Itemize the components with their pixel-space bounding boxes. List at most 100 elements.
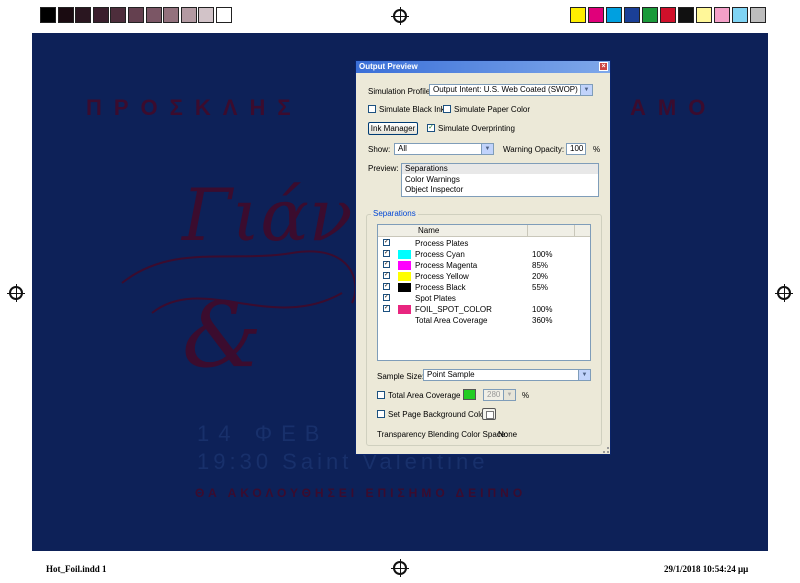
close-icon[interactable]: × [599,62,608,71]
color-swatch [714,7,730,23]
sample-size-select[interactable]: Point Sample ▼ [423,369,591,381]
separation-checkbox[interactable]: ✓ [383,239,390,246]
preview-item-color-warnings[interactable]: Color Warnings [405,175,460,185]
simulate-overprinting-label[interactable]: Simulate Overprinting [438,124,515,133]
gray-swatch [163,7,180,23]
footer-timestamp: 29/1/2018 10:54:24 μμ [664,564,749,574]
separation-name: Process Magenta [415,261,478,270]
gray-swatch [57,7,74,23]
separation-color-swatch [398,305,411,314]
separation-row[interactable]: ✓ Process Cyan 100% [378,249,590,260]
simulate-paper-color-checkbox[interactable] [443,105,451,113]
preview-label: Preview: [368,164,399,173]
separation-checkbox[interactable]: ✓ [383,294,390,301]
preview-item-object-inspector[interactable]: Object Inspector [405,185,463,195]
sample-size-value: Point Sample [427,370,475,379]
total-area-percent: % [522,391,530,400]
total-area-coverage-checkbox[interactable] [377,391,385,399]
separation-checkbox[interactable]: ✓ [383,283,390,290]
show-value: All [398,144,407,153]
column-divider [574,225,575,236]
gray-swatch [216,7,232,23]
simulation-profile-label: Simulation Profile: [368,87,433,96]
separation-color-swatch [398,283,411,292]
separation-color-swatch [398,272,411,281]
color-swatch [570,7,586,23]
total-area-coverage-label[interactable]: Total Area Coverage [388,391,461,400]
resize-grip-icon[interactable] [603,447,609,453]
gray-swatch [75,7,92,23]
color-swatch [660,7,676,23]
set-page-background-checkbox[interactable] [377,410,385,418]
color-swatch [624,7,640,23]
dialog-title-bar[interactable]: Output Preview × [356,61,610,73]
separation-row[interactable]: ✓ Process Magenta 85% [378,260,590,271]
separations-header: Name [378,225,590,237]
separation-checkbox[interactable]: ✓ [383,261,390,268]
sample-size-label: Sample Size: [377,372,425,381]
date-line: 14 ΦΕΒ [197,421,329,446]
invitation-heading-left: ΠΡΟΣΚΛΗΣ [86,95,303,120]
color-swatch [732,7,748,23]
separation-checkbox[interactable]: ✓ [383,250,390,257]
chevron-down-icon: ▼ [503,390,515,400]
separation-percent: 85% [532,261,549,270]
warning-opacity-value: 100 [570,144,584,153]
gray-swatch [145,7,162,23]
gray-swatch [92,7,109,23]
set-page-background-label[interactable]: Set Page Background Color [388,410,487,419]
separation-name: Process Black [415,283,466,292]
total-area-value-select: 280 ▼ [483,389,516,401]
color-swatch [642,7,658,23]
simulate-black-ink-checkbox[interactable] [368,105,376,113]
page-background-color-button[interactable] [482,408,496,420]
name-column-header: Name [418,226,440,235]
preview-item-separations[interactable]: Separations [402,164,598,174]
invitation-heading-right: ΑΜΟ [630,95,718,120]
ink-manager-button[interactable]: Ink Manager [368,122,418,135]
separation-row[interactable]: ✓ Process Yellow 20% [378,271,590,282]
gray-swatch [128,7,144,23]
total-area-value: 280 [487,390,501,399]
dinner-line: ΘΑ ΑΚΟΛΟΥΘΗΣΕΙ ΕΠΙΣΗΜΟ ΔΕΙΠΝΟ [195,486,527,500]
separation-row[interactable]: ✓ Spot Plates [378,293,590,304]
separation-percent: 55% [532,283,549,292]
chevron-down-icon[interactable]: ▼ [481,144,493,154]
dialog-title: Output Preview [359,62,418,71]
page-background-swatch [486,411,494,419]
color-swatch [750,7,766,23]
color-swatch [606,7,622,23]
chevron-down-icon[interactable]: ▼ [578,370,590,380]
simulate-paper-color-label[interactable]: Simulate Paper Color [454,105,530,114]
separation-name: Process Cyan [415,250,465,259]
gray-swatch [110,7,127,23]
total-area-color-swatch[interactable] [463,389,476,400]
separation-name: Spot Plates [415,294,456,303]
show-select[interactable]: All ▼ [394,143,494,155]
ink-manager-label: Ink Manager [370,124,416,133]
preview-list[interactable]: Separations Color Warnings Object Inspec… [401,163,599,197]
gray-swatch [180,7,197,23]
gray-swatch [40,7,56,23]
warning-opacity-input[interactable]: 100 [566,143,586,155]
registration-mark-top-icon [391,7,409,25]
separation-checkbox[interactable]: ✓ [383,272,390,279]
separation-name: FOIL_SPOT_COLOR [415,305,492,314]
color-swatch [696,7,712,23]
transparency-blending-label: Transparency Blending Color Space: [377,430,508,439]
separation-percent: 360% [532,316,553,325]
simulate-overprinting-checkbox[interactable]: ✓ [427,124,435,132]
simulate-black-ink-label[interactable]: Simulate Black Ink [379,105,445,114]
separation-row[interactable]: ✓ FOIL_SPOT_COLOR 100% [378,304,590,315]
separation-checkbox[interactable]: ✓ [383,305,390,312]
separation-row[interactable]: Total Area Coverage 360% [378,315,590,326]
simulation-profile-select[interactable]: Output Intent: U.S. Web Coated (SWOP) v2… [429,84,593,96]
output-preview-dialog[interactable]: Output Preview × Simulation Profile: Out… [355,60,611,455]
separation-name: Process Plates [415,239,469,248]
separation-row[interactable]: ✓ Process Black 55% [378,282,590,293]
chevron-down-icon[interactable]: ▼ [580,85,592,95]
warning-opacity-label: Warning Opacity: [503,145,565,154]
separation-row[interactable]: ✓ Process Plates [378,238,590,249]
separations-table[interactable]: Name ✓ Process Plates ✓ Process Cyan 100% ✓ Pr… [377,224,591,361]
separation-percent: 20% [532,272,549,281]
